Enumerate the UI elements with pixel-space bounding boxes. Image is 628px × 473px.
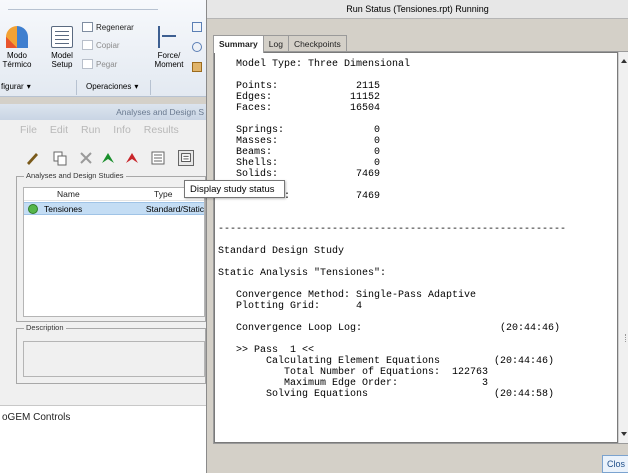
log-line: ----------------------------------------… [218,224,567,235]
column-name[interactable]: Name [24,188,146,200]
log-line: Model Type: Three Dimensional [218,59,411,70]
pegar-label: Pegar [96,59,118,69]
scroll-grip-icon [625,334,627,342]
log-line: Static Analysis "Tensiones": [218,268,387,279]
ribbon: Modo Térmico Model Setup Regenerar Copia… [0,0,206,97]
menu-file[interactable]: File [20,124,37,140]
run-log-text[interactable]: Model Type: Three Dimensional Points: 21… [214,52,618,443]
analyses-menubar: File Edit Run Info Results [0,120,206,140]
study-type: Standard/Static [145,203,204,214]
description-label: Description [24,323,66,332]
modo-termico-button[interactable]: Modo Térmico [2,26,32,69]
description-group: Description [16,323,206,384]
force-moment-label-1: Force/ [157,51,181,60]
group-divider [150,80,151,95]
table-row[interactable]: Tensiones Standard/Static [24,202,204,215]
menu-edit[interactable]: Edit [50,124,68,140]
menu-run[interactable]: Run [81,124,100,140]
gem-controls-label: oGEM Controls [2,412,71,423]
dialog-title: Run Status (Tensiones.rpt) Running [207,0,628,19]
regenerar-label: Regenerar [96,22,134,32]
model-setup-button[interactable]: Model Setup [47,26,77,69]
model-setup-label-1: Model [51,51,73,60]
analyses-panel: Analyses and Design S File Edit Run Info… [0,104,206,405]
group-configurar-label: figurar [1,82,24,91]
analyses-toolbar [0,146,206,172]
stop-red-flag-icon[interactable] [124,150,140,166]
log-line: Edges: 11152 [218,92,381,103]
log-line: >> Pass 1 << [218,345,315,356]
scroll-down-arrow-icon[interactable] [621,432,627,439]
thermal-mode-icon [6,26,28,48]
log-line: Springs: 0 [218,125,381,136]
regenerate-icon [82,22,93,32]
force-moment-label-2: Moment [154,60,184,69]
model-setup-icon [51,26,73,48]
copiar-button[interactable]: Copiar [82,40,120,50]
study-name: Tensiones [44,203,83,214]
regenerar-button[interactable]: Regenerar [82,22,134,32]
study-list-icon[interactable] [150,150,166,166]
constraint-icon[interactable] [192,42,202,52]
tab-summary[interactable]: Summary [213,35,264,53]
material-icon[interactable] [192,62,202,72]
log-line: Solids: 7469 [218,169,381,180]
tooltip: Display study status [184,180,285,198]
chevron-down-icon: ▾ [26,82,31,91]
load-icon[interactable] [192,22,202,32]
ribbon-tab-strip [8,0,158,10]
paste-icon [82,59,93,69]
dialog-tabs: Summary Log Checkpoints [213,35,347,53]
log-line: Beams: 0 [218,147,381,158]
pegar-button[interactable]: Pegar [82,59,117,69]
study-status-icon [28,203,38,214]
column-type[interactable]: Type [146,188,172,200]
log-line: Faces: 16504 [218,103,381,114]
menu-results[interactable]: Results [144,124,179,140]
group-divider [76,80,77,95]
gem-controls-panel: oGEM Controls [0,405,206,473]
copy-icon [82,40,93,50]
modo-termico-label-1: Modo [6,51,27,60]
display-status-icon[interactable] [178,150,194,166]
edit-pencil-icon[interactable] [24,150,40,166]
group-operaciones-label: Operaciones [86,82,132,91]
analyses-panel-title: Analyses and Design S [0,104,206,120]
log-line: Plotting Grid: 4 [218,301,363,312]
log-line: Convergence Loop Log: (20:44:46) [218,323,561,334]
group-configurar[interactable]: figurar ▾ [1,82,31,91]
scroll-up-arrow-icon[interactable] [621,56,627,63]
analyses-group: Analyses and Design Studies Name Type Te… [16,171,206,322]
log-line: Solving Equations (20:44:58) [218,389,555,400]
model-setup-label-2: Setup [51,60,73,69]
copy-icon[interactable] [52,150,68,166]
close-button[interactable]: Clos [602,455,628,473]
tab-log[interactable]: Log [262,35,289,52]
force-moment-icon [158,26,180,48]
log-line: Points: 2115 [218,81,381,92]
delete-icon[interactable] [78,150,94,166]
vertical-scrollbar[interactable] [618,52,628,443]
force-moment-button[interactable]: Force/ Moment [152,26,186,69]
log-line: Masses: 0 [218,136,381,147]
log-line: Standard Design Study [218,246,345,257]
log-line: Convergence Method: Single-Pass Adaptive [218,290,477,301]
studies-list[interactable]: Name Type Tensiones Standard/Static [23,187,205,317]
log-line: Maximum Edge Order: 3 [218,378,489,389]
log-line: Shells: 0 [218,158,381,169]
analyses-group-label: Analyses and Design Studies [24,171,126,180]
studies-list-header: Name Type [24,188,204,201]
summary-pane: Model Type: Three Dimensional Points: 21… [213,51,628,444]
copiar-label: Copiar [96,40,120,50]
chevron-down-icon: ▾ [134,82,139,91]
tab-checkpoints[interactable]: Checkpoints [287,35,347,52]
run-green-flag-icon[interactable] [100,150,116,166]
log-line: Total Number of Equations: 122763 [218,367,489,378]
run-status-dialog: Run Status (Tensiones.rpt) Running Summa… [206,0,628,473]
group-operaciones[interactable]: Operaciones ▾ [86,82,138,91]
modo-termico-label-2: Térmico [2,60,32,69]
log-line: Calculating Element Equations (20:44:46) [218,356,555,367]
menu-info[interactable]: Info [113,124,131,140]
description-field[interactable] [23,341,205,377]
